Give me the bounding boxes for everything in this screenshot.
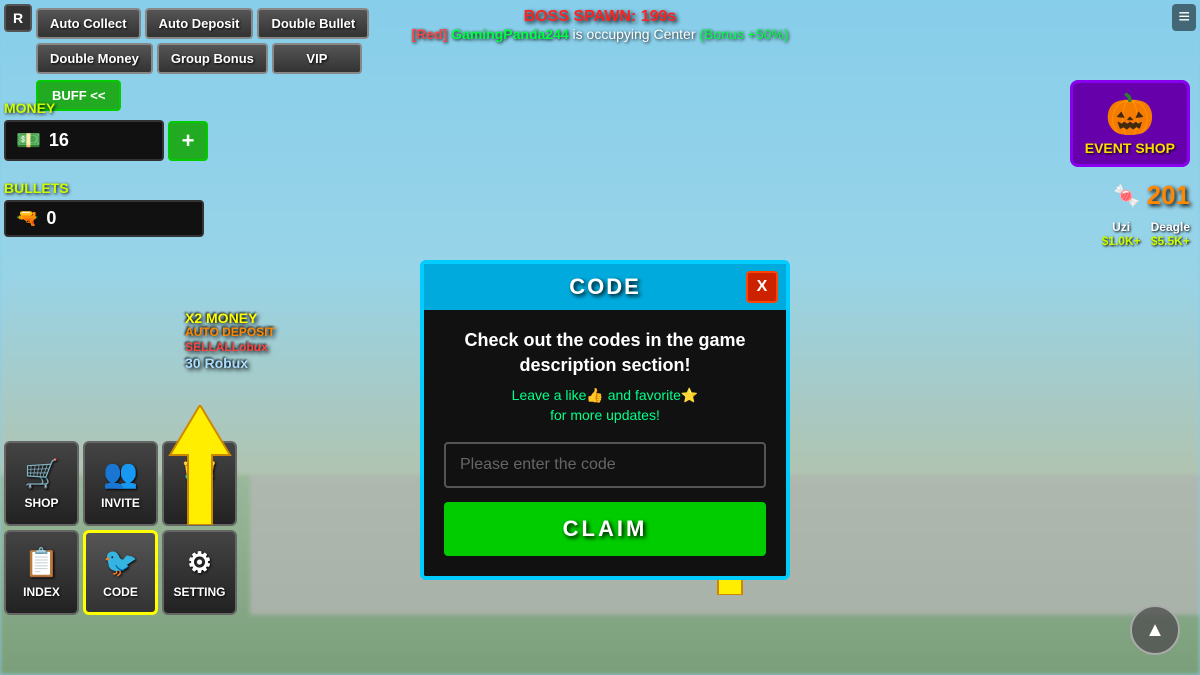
money-icon: 💵 (16, 128, 41, 153)
bonus-tag: (Bonus +50%) (699, 26, 788, 42)
setting-icon: ⚙ (187, 546, 212, 579)
money-box: 💵 16 (4, 120, 164, 161)
vip-label: VIP (190, 496, 209, 510)
shop-icon: 🛒 (24, 457, 59, 490)
deagle-price: $5.5K+ (1151, 234, 1190, 248)
weapon-deagle: Deagle $5.5K+ (1151, 220, 1190, 248)
money-value: 16 (49, 130, 69, 151)
invite-button[interactable]: 👥 INVITE (83, 441, 158, 526)
candy-count-display: 🍬 201 (1113, 180, 1190, 211)
setting-label: SETTING (173, 585, 225, 599)
roblox-logo: R (4, 4, 32, 32)
top-hud: BOSS SPAWN: 199s [Red] GamingPanda244 is… (411, 8, 788, 42)
index-button[interactable]: 📋 INDEX (4, 530, 79, 615)
center-message: [Red] GamingPanda244 is occupying Center… (411, 26, 788, 42)
bullets-section: BULLETS 🔫 0 (4, 180, 204, 237)
robux-text: 30 Robux (185, 355, 248, 371)
code-button[interactable]: 🐦 CODE (83, 530, 158, 615)
money-plus-button[interactable]: + (168, 121, 208, 161)
bullet-icon: 🔫 (16, 208, 38, 229)
double-bullet-button[interactable]: Double Bullet (257, 8, 369, 39)
code-modal[interactable]: CODE X Check out the codes in the game d… (420, 260, 790, 580)
invite-icon: 👥 (103, 457, 138, 490)
button-row-2: Double Money Group Bonus VIP (36, 43, 369, 74)
modal-title: CODE (569, 274, 641, 300)
scroll-up-icon: ▲ (1145, 619, 1165, 642)
modal-body: Check out the codes in the game descript… (424, 310, 786, 576)
modal-description: Check out the codes in the game descript… (444, 328, 766, 378)
action-buttons-grid: 🛒 SHOP 👥 INVITE 👑 VIP 📋 INDEX 🐦 CODE ⚙ S… (4, 441, 237, 615)
claim-button[interactable]: CLAIM (444, 502, 766, 556)
candy-icon: 🍬 (1113, 183, 1140, 209)
invite-label: INVITE (101, 496, 140, 510)
auto-deposit-button[interactable]: Auto Deposit (145, 8, 254, 39)
event-shop-button[interactable]: 🎃 EVENT SHOP (1070, 80, 1190, 167)
index-label: INDEX (23, 585, 60, 599)
top-buttons-area: Auto Collect Auto Deposit Double Bullet … (36, 8, 369, 111)
money-display: 💵 16 + (4, 120, 208, 161)
scroll-up-button[interactable]: ▲ (1130, 605, 1180, 655)
candy-value: 201 (1147, 180, 1190, 211)
boss-spawn-text: BOSS SPAWN: 199s (411, 8, 788, 26)
roblox-icon: R (13, 10, 23, 26)
bullets-box: 🔫 0 (4, 200, 204, 237)
weapon-uzi: Uzi $1.0K+ (1102, 220, 1141, 248)
code-label: CODE (103, 585, 138, 599)
deagle-name: Deagle (1151, 220, 1190, 234)
shop-button[interactable]: 🛒 SHOP (4, 441, 79, 526)
uzi-name: Uzi (1102, 220, 1141, 234)
code-input[interactable] (444, 442, 766, 488)
vip-top-button[interactable]: VIP (272, 43, 362, 74)
pumpkin-icon: 🎃 (1085, 91, 1175, 138)
code-icon: 🐦 (103, 546, 138, 579)
modal-header: CODE X (424, 264, 786, 310)
index-icon: 📋 (24, 546, 59, 579)
player-action: is occupying Center (573, 26, 696, 42)
x2money-text: X2 MONEY (185, 310, 257, 326)
shop-label: SHOP (24, 496, 58, 510)
sell-text: SELLALLobux (185, 340, 268, 354)
autodeposit-text: AUTO DEPOSIT (185, 325, 275, 339)
bullets-value: 0 (46, 208, 56, 229)
group-bonus-button[interactable]: Group Bonus (157, 43, 268, 74)
player-tag: [Red] (411, 26, 447, 42)
uzi-price: $1.0K+ (1102, 234, 1141, 248)
modal-close-button[interactable]: X (746, 271, 778, 303)
player-name: GamingPanda244 (451, 26, 569, 42)
double-money-button[interactable]: Double Money (36, 43, 153, 74)
event-shop-label: EVENT SHOP (1085, 140, 1175, 156)
money-section: MONEY 💵 16 + (4, 100, 208, 161)
menu-icon[interactable]: ≡ (1172, 4, 1196, 31)
button-row-1: Auto Collect Auto Deposit Double Bullet (36, 8, 369, 39)
vip-icon: 👑 (182, 457, 217, 490)
money-label: MONEY (4, 100, 208, 116)
modal-subtext: Leave a like👍 and favorite⭐for more upda… (444, 386, 766, 425)
setting-button[interactable]: ⚙ SETTING (162, 530, 237, 615)
bullets-label: BULLETS (4, 180, 204, 196)
weapon-prices: Uzi $1.0K+ Deagle $5.5K+ (1102, 220, 1190, 248)
vip-button[interactable]: 👑 VIP (162, 441, 237, 526)
auto-collect-button[interactable]: Auto Collect (36, 8, 141, 39)
